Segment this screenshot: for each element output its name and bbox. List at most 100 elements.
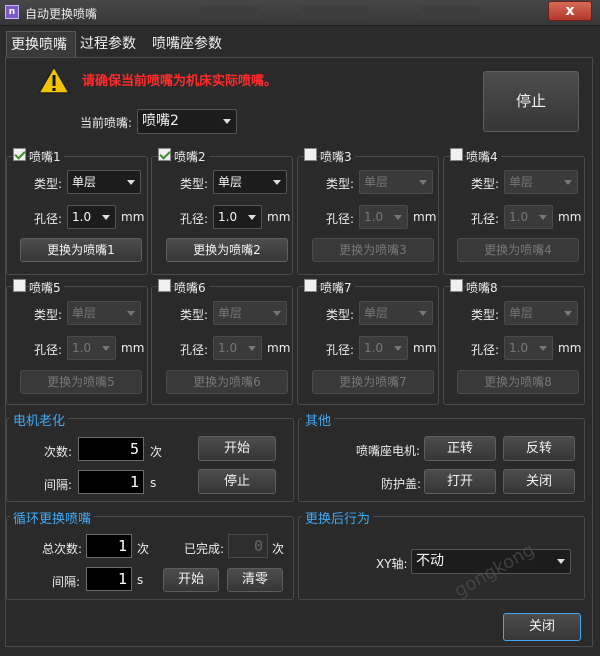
cycle-total-unit: 次 [137,542,150,556]
change-to-nozzle4-button[interactable]: 更换为喷嘴4 [457,238,579,262]
cover-open-button[interactable]: 打开 [424,469,496,494]
background-title-ghost [300,6,370,18]
change-to-nozzle7-button[interactable]: 更换为喷嘴7 [312,370,434,394]
background-title-ghost [200,6,260,18]
chevron-down-icon [419,311,427,316]
cycle-start-button[interactable]: 开始 [163,568,219,592]
reverse-button[interactable]: 反转 [503,436,575,461]
nozzle8-bore-select[interactable]: 1.0 [504,336,553,360]
nozzle6-bore-value: 1.0 [218,341,238,355]
nozzle1-unit: mm [121,210,145,224]
protective-cover-label: 防护盖: [381,477,422,491]
nozzle3-checkbox[interactable] [304,148,317,161]
cycle-clear-button[interactable]: 清零 [227,568,283,592]
aging-stop-button[interactable]: 停止 [198,469,276,494]
nozzle1-checkbox[interactable] [13,148,26,161]
nozzle2-bore-select[interactable]: 1.0 [213,205,262,229]
cycle-change-title: 循环更换喷嘴 [10,508,95,527]
tab-nozzle-holder-params[interactable]: 喷嘴座参数 [148,31,238,57]
after-change-title: 更换后行为 [302,508,374,527]
nozzle5-type-value: 单层 [72,306,97,320]
nozzle6-type-select[interactable]: 单层 [213,301,287,325]
chevron-down-icon [273,180,281,185]
forward-button[interactable]: 正转 [424,436,496,461]
nozzle4-bore-select[interactable]: 1.0 [504,205,553,229]
nozzle3-bore-value: 1.0 [364,210,384,224]
nozzle4-type-value: 单层 [509,175,534,189]
nozzle2-bore-value: 1.0 [218,210,238,224]
aging-count-label: 次数: [44,445,73,459]
nozzle2-title: 喷嘴2 [174,148,209,165]
aging-interval-unit: s [150,476,157,490]
nozzle2-type-value: 单层 [218,175,243,189]
nozzle4-title: 喷嘴4 [466,148,501,165]
chevron-down-icon [539,346,547,351]
nozzle2-type-select[interactable]: 单层 [213,170,287,194]
nozzle6-checkbox[interactable] [158,279,171,292]
cover-close-button[interactable]: 关闭 [503,469,575,494]
nozzle8-type-select[interactable]: 单层 [504,301,578,325]
cycle-done-label: 已完成: [184,542,225,556]
current-nozzle-select[interactable]: 喷嘴2 [137,109,237,134]
change-to-nozzle3-button[interactable]: 更换为喷嘴3 [312,238,434,262]
nozzle8-unit: mm [558,341,582,355]
nozzle2-checkbox[interactable] [158,148,171,161]
nozzle1-title: 喷嘴1 [29,148,64,165]
nozzle8-checkbox[interactable] [450,279,463,292]
chevron-down-icon [564,311,572,316]
change-to-nozzle5-button[interactable]: 更换为喷嘴5 [20,370,142,394]
nozzle1-bore-select[interactable]: 1.0 [67,205,116,229]
aging-interval-input[interactable]: 1 [78,470,144,494]
nozzle7-bore-select[interactable]: 1.0 [359,336,408,360]
motor-aging-title: 电机老化 [10,410,69,429]
nozzle4-unit: mm [558,210,582,224]
warning-message: 请确保当前喷嘴为机床实际喷嘴。 [82,74,278,89]
nozzle7-type-select[interactable]: 单层 [359,301,433,325]
nozzle7-type-value: 单层 [364,306,389,320]
nozzle5-title: 喷嘴5 [29,279,64,296]
nozzle2-bore-label: 孔径: [180,212,209,226]
nozzle4-type-select[interactable]: 单层 [504,170,578,194]
nozzle3-type-select[interactable]: 单层 [359,170,433,194]
background-title-ghost [420,6,480,18]
change-to-nozzle8-button[interactable]: 更换为喷嘴8 [457,370,579,394]
tab-process-params[interactable]: 过程参数 [76,31,148,57]
aging-start-button[interactable]: 开始 [198,436,276,461]
nozzle5-bore-select[interactable]: 1.0 [67,336,116,360]
xy-axis-value: 不动 [416,553,444,569]
chevron-down-icon [248,215,256,220]
aging-count-input[interactable]: 5 [78,437,144,461]
current-nozzle-label: 当前喷嘴: [80,116,133,130]
cycle-interval-input[interactable]: 1 [86,567,132,591]
aging-interval-label: 间隔: [44,478,73,492]
chevron-down-icon [127,180,135,185]
chevron-down-icon [273,311,281,316]
nozzle3-unit: mm [413,210,437,224]
chevron-down-icon [557,559,565,564]
chevron-down-icon [223,119,231,124]
change-to-nozzle1-button[interactable]: 更换为喷嘴1 [20,238,142,262]
nozzle5-checkbox[interactable] [13,279,26,292]
nozzle1-type-select[interactable]: 单层 [67,170,141,194]
nozzle6-bore-select[interactable]: 1.0 [213,336,262,360]
app-icon: n [5,5,19,19]
close-button[interactable]: 关闭 [503,613,581,641]
nozzle5-type-select[interactable]: 单层 [67,301,141,325]
tab-change-nozzle[interactable]: 更换喷嘴 [6,31,76,57]
nozzle6-title: 喷嘴6 [174,279,209,296]
nozzle7-checkbox[interactable] [304,279,317,292]
cycle-total-input[interactable]: 1 [86,534,132,558]
chevron-down-icon [394,346,402,351]
stop-button[interactable]: 停止 [483,71,579,132]
change-to-nozzle6-button[interactable]: 更换为喷嘴6 [166,370,288,394]
nozzle3-bore-select[interactable]: 1.0 [359,205,408,229]
nozzle6-bore-label: 孔径: [180,343,209,357]
change-to-nozzle2-button[interactable]: 更换为喷嘴2 [166,238,288,262]
nozzle2-unit: mm [267,210,291,224]
chevron-down-icon [564,180,572,185]
window-close-button[interactable]: x [548,1,592,21]
cycle-interval-unit: s [137,573,144,587]
nozzle1-bore-value: 1.0 [72,210,92,224]
nozzle4-checkbox[interactable] [450,148,463,161]
nozzle8-type-label: 类型: [471,308,500,322]
